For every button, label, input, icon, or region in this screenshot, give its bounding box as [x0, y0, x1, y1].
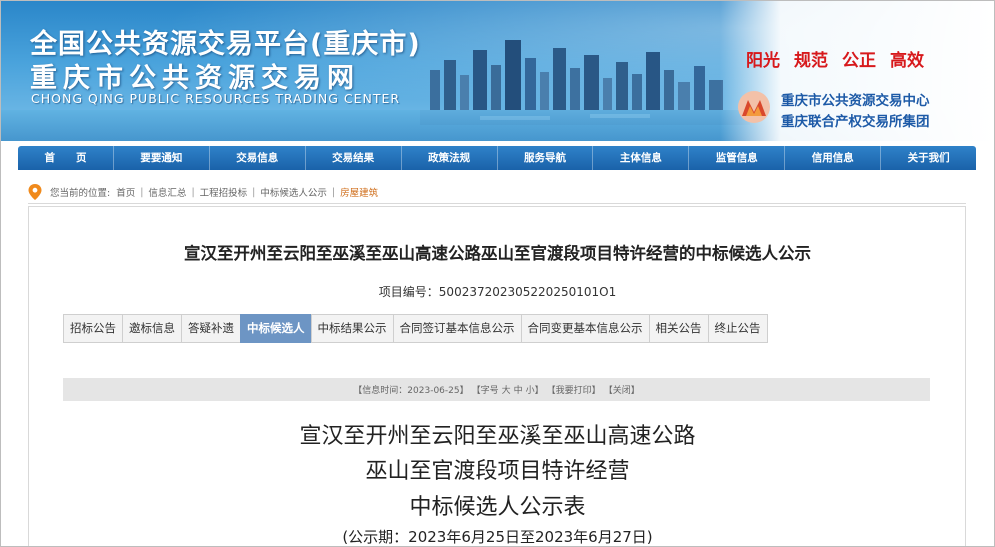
org-name-line-2: 重庆联合产权交易所集团	[781, 114, 930, 130]
slogan-item: 公正	[842, 51, 876, 71]
tab-contract-change-info[interactable]: 合同变更基本信息公示	[520, 314, 650, 343]
document-heading-line-1: 宣汉至开州至云阳至巫溪至巫山高速公路	[299, 424, 696, 449]
breadcrumb-candidate-notice[interactable]: 中标候选人公示	[260, 185, 327, 199]
document-heading-line-3: 中标候选人公示表	[409, 495, 586, 520]
tab-invitation-info[interactable]: 邀标信息	[122, 314, 182, 343]
nav-item-service-guide[interactable]: 服务导航	[498, 146, 594, 170]
document-heading-line-2: 巫山至官渡段项目特许经营	[365, 459, 630, 484]
tab-contract-signing-info[interactable]: 合同签订基本信息公示	[392, 314, 522, 343]
print-link[interactable]: 【我要打印】	[547, 383, 601, 396]
font-size-label: 【字号	[471, 386, 499, 396]
notice-tabs: 招标公告 邀标信息 答疑补遗 中标候选人 中标结果公示 合同签订基本信息公示 合…	[63, 314, 768, 343]
document-notice-period: (公示期：2023年6月25日至2023年6月27日)	[342, 528, 653, 546]
breadcrumb: 您当前的位置: 首页 | 信息汇总 | 工程招投标 | 中标候选人公示 | 房屋…	[28, 182, 378, 202]
breadcrumb-separator: |	[140, 186, 144, 198]
breadcrumb-separator: |	[331, 186, 336, 198]
tab-termination-notice[interactable]: 终止公告	[707, 314, 768, 343]
location-pin-icon	[28, 184, 42, 200]
tab-bid-candidates[interactable]: 中标候选人	[240, 314, 312, 343]
org-name-line-1: 重庆市公共资源交易中心	[781, 93, 930, 109]
breadcrumb-building-construction[interactable]: 房屋建筑	[340, 185, 378, 199]
font-size-medium-link[interactable]: 中	[514, 383, 523, 396]
site-banner: 全国公共资源交易平台(重庆市) 重庆市公共资源交易网 CHONG QING PU…	[0, 0, 995, 141]
tab-award-result[interactable]: 中标结果公示	[310, 314, 394, 343]
notice-title: 宣汉至开州至云阳至巫溪至巫山高速公路巫山至官渡段项目特许经营的中标候选人公示	[184, 244, 811, 263]
info-bar: 【信息时间：2023-06-25】 【字号 大 中 小】 【我要打印】 【关闭】	[63, 378, 930, 401]
close-link[interactable]: 【关闭】	[604, 383, 640, 396]
breadcrumb-home[interactable]: 首页	[116, 185, 135, 199]
info-time: 【信息时间：2023-06-25】	[353, 386, 469, 396]
breadcrumb-prefix: 您当前的位置:	[50, 188, 111, 199]
font-size-large-link[interactable]: 大	[502, 383, 511, 396]
nav-item-credit[interactable]: 信用信息	[785, 146, 882, 170]
site-title-english: CHONG QING PUBLIC RESOURCES TRADING CENT…	[31, 91, 401, 106]
breadcrumb-engineering-bidding[interactable]: 工程招投标	[200, 185, 248, 199]
nav-item-trade-results[interactable]: 交易结果	[306, 146, 402, 170]
font-size-small-link[interactable]: 小】	[526, 383, 544, 396]
main-nav: 首 页 要要通知 交易信息 交易结果 政策法规 服务导航 主体信息 监管信息 信…	[18, 146, 976, 170]
slogan-item: 高效	[890, 51, 924, 71]
nav-item-about[interactable]: 关于我们	[881, 146, 976, 170]
nav-item-home[interactable]: 首 页	[18, 146, 114, 170]
slogan-item: 阳光	[746, 51, 780, 71]
tab-tender-notice[interactable]: 招标公告	[63, 314, 123, 343]
nav-item-trade-info[interactable]: 交易信息	[210, 146, 306, 170]
site-title-line-2: 重庆市公共资源交易网	[30, 63, 360, 94]
tab-qa-addendum[interactable]: 答疑补遗	[181, 314, 241, 343]
slogans: 阳光 规范 公正 高效	[746, 46, 924, 71]
nav-item-policies[interactable]: 政策法规	[402, 146, 498, 170]
breadcrumb-separator: |	[191, 186, 195, 198]
tab-related-notices[interactable]: 相关公告	[648, 314, 709, 343]
nav-item-supervision[interactable]: 监管信息	[689, 146, 786, 170]
project-number-value: 500237202305220250101O1	[438, 285, 617, 299]
project-number-label: 项目编号：	[378, 285, 439, 299]
breadcrumb-info-summary[interactable]: 信息汇总	[148, 185, 186, 199]
slogan-item: 规范	[794, 51, 828, 71]
breadcrumb-divider	[28, 203, 966, 204]
project-number: 项目编号：500237202305220250101O1	[0, 283, 995, 300]
breadcrumb-separator: |	[252, 186, 256, 198]
nav-item-notices[interactable]: 要要通知	[114, 146, 210, 170]
nav-item-entity-info[interactable]: 主体信息	[593, 146, 690, 170]
org-logo-icon	[738, 91, 770, 123]
